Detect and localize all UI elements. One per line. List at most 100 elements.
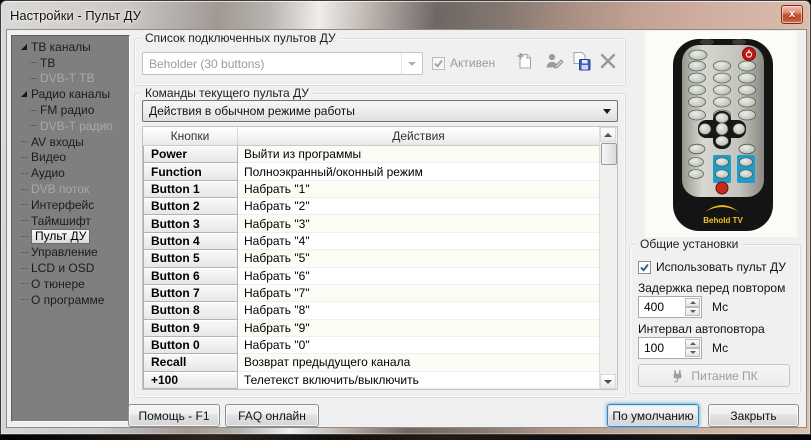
sidebar-item-lcd-osd[interactable]: LCD и OSD [12,260,129,276]
remote-active-checkbox[interactable]: Активен [432,56,495,70]
arrow-down-icon [690,310,696,313]
commands-table: Кнопки Действия PowerВыйти из программы … [142,126,618,390]
help-button[interactable]: Помощь - F1 [128,404,220,427]
sidebar-item-interface[interactable]: Интерфейс [12,197,129,213]
delete-remote-button[interactable] [596,49,620,73]
brand-text: Behold TV [703,216,743,225]
arrow-up-icon [604,133,612,137]
sidebar-item-control[interactable]: Управление [12,244,129,260]
stepper-down-button[interactable] [685,348,700,357]
delay-unit-label: Мс [712,300,728,314]
sidebar-item-fm-radio[interactable]: FM радио [12,102,129,118]
sidebar-item-audio[interactable]: Аудио [12,165,129,181]
header-buttons[interactable]: Кнопки [143,127,238,146]
table-row[interactable]: RecallВозврат предыдущего канала [143,354,600,371]
pc-power-button[interactable]: Питание ПК [638,364,790,387]
table-row[interactable]: Button 1Набрать "1" [143,181,600,198]
table-row[interactable]: Button 3Набрать "3" [143,215,600,232]
remote-select[interactable]: Beholder (30 buttons) [142,52,423,75]
selected-item-highlight: Пульт ДУ [31,229,90,244]
check-icon [433,58,444,69]
new-remote-button[interactable] [512,49,536,73]
faq-online-button[interactable]: FAQ онлайн [225,404,319,427]
scroll-down-button[interactable] [600,374,616,389]
save-remote-button[interactable] [569,49,593,73]
defaults-button[interactable]: По умолчанию [607,404,699,427]
settings-window: Настройки - Пульт ДУ x ТВ каналы ТВ DVB-… [0,0,811,435]
general-settings-group: Общие установки Использовать пульт ДУ За… [629,244,801,394]
window-title: Настройки - Пульт ДУ [10,8,141,23]
table-row[interactable]: Button 9Набрать "9" [143,320,600,337]
interval-label: Интервал автоповтора [638,322,765,336]
arrow-down-icon [604,380,612,384]
table-row[interactable]: +100Телетекст включить/выключить [143,372,600,389]
expander-icon[interactable] [21,91,27,97]
remotes-group: Список подключенных пультов ДУ Beholder … [134,38,626,86]
user-edit-icon [543,50,565,72]
commands-group-label: Команды текущего пульта ДУ [141,87,313,100]
power-plug-icon [670,368,685,383]
check-icon [639,262,650,273]
sidebar-item-tv-channels[interactable]: ТВ каналы [12,39,129,55]
chevron-down-icon [408,62,416,66]
delete-icon [597,50,619,72]
remote-photo: Behold TV [645,31,797,237]
arrow-down-icon [690,351,696,354]
table-header: Кнопки Действия [143,127,600,146]
dialog-client-area: ТВ каналы ТВ DVB-T ТВ Радио каналы FM ра… [7,30,806,427]
arrow-up-icon [690,342,696,345]
table-row[interactable]: Button 2Набрать "2" [143,198,600,215]
delay-stepper[interactable] [685,298,700,316]
sidebar-item-timeshift[interactable]: Таймшифт [12,213,129,229]
checkbox-box[interactable] [638,261,651,274]
table-row[interactable]: Button 5Набрать "5" [143,250,600,267]
table-scrollbar[interactable] [599,127,617,389]
table-row[interactable]: FunctionПолноэкранный/оконный режим [143,163,600,180]
sidebar-item-remote-control[interactable]: Пульт ДУ [12,229,129,245]
sidebar-item-radio-channels[interactable]: Радио каналы [12,86,129,102]
mode-select[interactable]: Действия в обычном режиме работы [142,100,618,122]
close-button[interactable]: x [781,5,803,24]
sidebar-item-dvb-stream[interactable]: DVB поток [12,181,129,197]
expander-icon[interactable] [21,44,27,50]
sidebar-item-about-tuner[interactable]: О тюнере [12,276,129,292]
close-dialog-button[interactable]: Закрыть [708,404,799,427]
chevron-down-icon [603,109,611,114]
delay-input[interactable]: 400 [638,296,702,318]
arrow-up-icon [690,301,696,304]
new-document-icon [513,50,535,72]
interval-unit-label: Мс [712,341,728,355]
stepper-down-button[interactable] [685,307,700,316]
sidebar-item-dvbt-radio[interactable]: DVB-T радио [12,118,129,134]
sidebar-item-av-inputs[interactable]: AV входы [12,134,129,150]
commands-group: Команды текущего пульта ДУ Действия в об… [134,93,626,398]
checkbox-box[interactable] [432,57,445,70]
interval-stepper[interactable] [685,339,700,357]
table-row[interactable]: Button 7Набрать "7" [143,285,600,302]
header-actions[interactable]: Действия [238,127,600,146]
remotes-group-label: Список подключенных пультов ДУ [141,32,340,45]
stepper-up-button[interactable] [685,339,700,348]
scrollbar-thumb[interactable] [601,143,617,165]
sidebar-item-video[interactable]: Видео [12,150,129,166]
interval-input[interactable]: 100 [638,337,702,359]
close-icon: x [789,9,795,20]
table-body: PowerВыйти из программы FunctionПолноэкр… [143,146,600,389]
sidebar-item-about-program[interactable]: О программе [12,292,129,308]
table-row[interactable]: PowerВыйти из программы [143,146,600,163]
table-row[interactable]: Button 6Набрать "6" [143,268,600,285]
table-row[interactable]: Button 8Набрать "8" [143,302,600,319]
table-row[interactable]: Button 4Набрать "4" [143,233,600,250]
delay-label: Задержка перед повтором [638,281,785,295]
save-icon [570,50,592,72]
stepper-up-button[interactable] [685,298,700,307]
use-remote-checkbox[interactable]: Использовать пульт ДУ [638,260,786,274]
scroll-up-button[interactable] [600,127,616,142]
sidebar-item-tv[interactable]: ТВ [12,55,129,71]
table-row[interactable]: Button 0Набрать "0" [143,337,600,354]
sidebar-item-dvbt-tv[interactable]: DVB-T ТВ [12,71,129,87]
edit-remote-button[interactable] [542,49,566,73]
settings-tree: ТВ каналы ТВ DVB-T ТВ Радио каналы FM ра… [11,35,130,422]
screen: Настройки - Пульт ДУ x ТВ каналы ТВ DVB-… [0,0,811,440]
titlebar[interactable]: Настройки - Пульт ДУ x [1,1,810,30]
